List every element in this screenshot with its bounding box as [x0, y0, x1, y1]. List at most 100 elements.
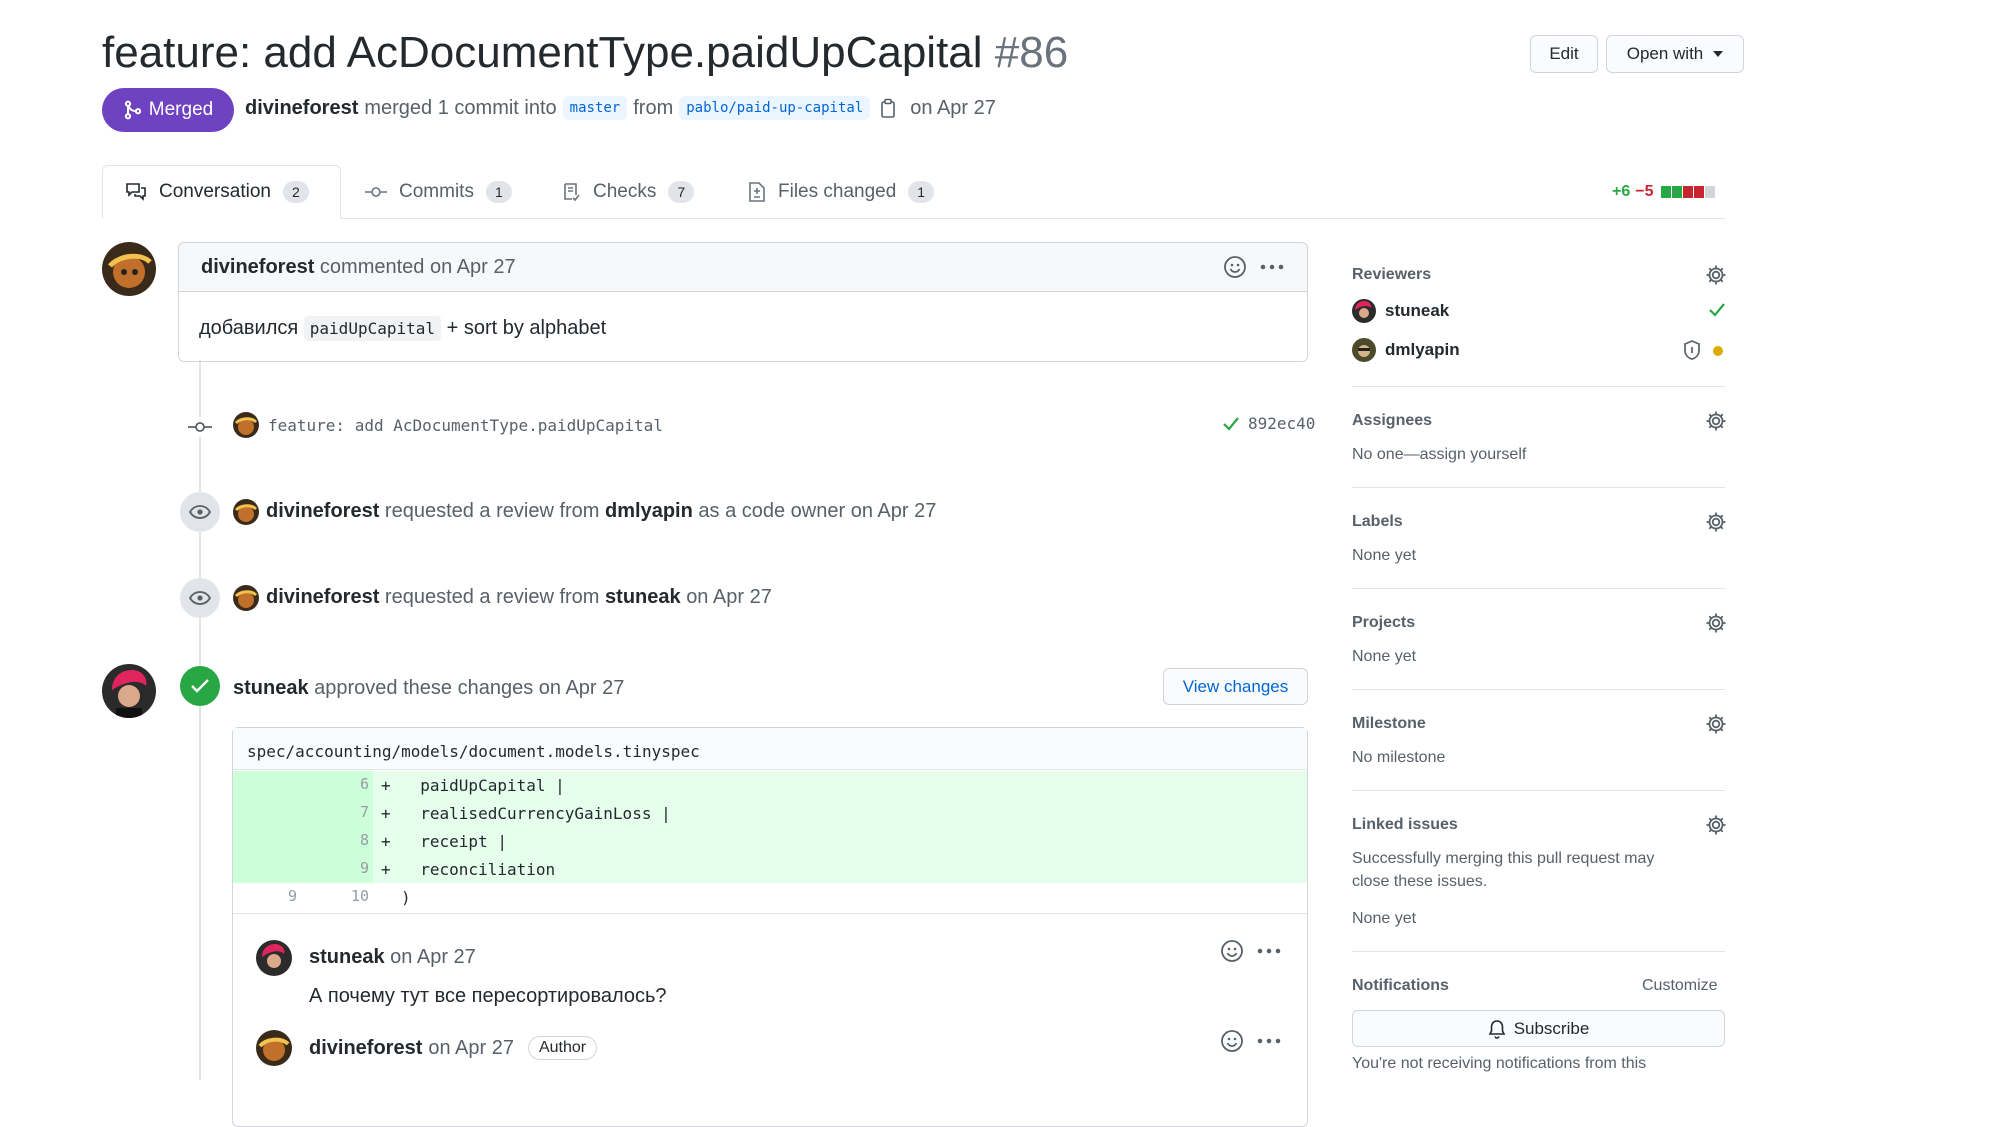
- head-branch[interactable]: pablo/paid-up-capital: [679, 96, 871, 120]
- reviewers-title[interactable]: Reviewers: [1352, 266, 1431, 284]
- edit-button[interactable]: Edit: [1530, 35, 1598, 73]
- reviewer-name[interactable]: dmlyapin: [1385, 340, 1460, 360]
- review-comment-meta: divineforest on Apr 27 Author: [309, 1036, 598, 1060]
- event-badge: [180, 578, 220, 618]
- notifications-title: Notifications: [1352, 977, 1449, 994]
- comment-date[interactable]: commented on Apr 27: [320, 256, 516, 278]
- assignees-value[interactable]: No one—assign yourself: [1352, 446, 1526, 464]
- diff-file-path[interactable]: spec/accounting/models/document.models.t…: [247, 742, 700, 761]
- diff-sign: +: [381, 832, 391, 851]
- tab-conversation[interactable]: Conversation 2: [102, 165, 341, 219]
- diffstat-block-added: [1660, 186, 1671, 198]
- avatar[interactable]: [233, 412, 259, 438]
- base-branch[interactable]: master: [562, 96, 628, 120]
- check-icon[interactable]: [1222, 416, 1240, 432]
- event-badge: [180, 492, 220, 532]
- gear-icon[interactable]: [1705, 713, 1727, 735]
- diff-old-line-number[interactable]: 9: [273, 887, 297, 905]
- smiley-icon[interactable]: [1220, 939, 1244, 963]
- pr-meta: divineforest merged 1 commit into master…: [245, 96, 996, 120]
- view-changes-button[interactable]: View changes: [1163, 668, 1308, 705]
- event-actor[interactable]: divineforest: [266, 500, 379, 522]
- assignees-title[interactable]: Assignees: [1352, 412, 1432, 430]
- copy-icon[interactable]: [880, 98, 896, 118]
- event-target[interactable]: stuneak: [605, 586, 681, 608]
- review-comment-author[interactable]: divineforest: [309, 1037, 422, 1060]
- approval-actor[interactable]: stuneak: [233, 677, 309, 699]
- customize-link[interactable]: Customize: [1642, 977, 1718, 995]
- gear-icon[interactable]: [1705, 612, 1727, 634]
- linked-issues-value: None yet: [1352, 910, 1417, 927]
- avatar[interactable]: [233, 499, 259, 525]
- avatar[interactable]: [102, 242, 156, 296]
- sidebar-divider: [1352, 588, 1725, 589]
- smiley-icon[interactable]: [1220, 1029, 1244, 1053]
- projects-title[interactable]: Projects: [1352, 614, 1415, 632]
- diff-code: reconciliation: [401, 860, 556, 879]
- tab-commits-label: Commits: [399, 181, 474, 202]
- commit-sha[interactable]: 892ec40: [1248, 414, 1315, 433]
- check-icon: [1708, 302, 1726, 318]
- diff-new-line-number[interactable]: 8: [345, 831, 369, 849]
- kebab-horizontal-icon[interactable]: [1260, 264, 1284, 270]
- avatar[interactable]: [1352, 299, 1376, 323]
- diffstat-block-added: [1671, 186, 1682, 198]
- diffstat-bar: [1660, 186, 1715, 198]
- avatar[interactable]: [233, 585, 259, 611]
- gear-icon[interactable]: [1705, 264, 1727, 286]
- pr-title-text: feature: add AcDocumentType.paidUpCapita…: [102, 28, 983, 77]
- kebab-horizontal-icon[interactable]: [1257, 1038, 1281, 1044]
- review-request-event: divineforest requested a review from dml…: [266, 500, 936, 523]
- event-actor[interactable]: divineforest: [266, 586, 379, 608]
- tab-commits[interactable]: Commits 1: [365, 165, 512, 219]
- review-comment-body: А почему тут все пересортировалось?: [309, 985, 667, 1007]
- event-target[interactable]: dmlyapin: [605, 500, 693, 522]
- git-commit-icon: [188, 417, 212, 437]
- kebab-horizontal-icon[interactable]: [1257, 948, 1281, 954]
- labels-title[interactable]: Labels: [1352, 513, 1403, 531]
- approved-badge: [180, 666, 220, 706]
- gear-icon[interactable]: [1705, 410, 1727, 432]
- comment-author[interactable]: divineforest: [201, 256, 314, 278]
- pr-author-link[interactable]: divineforest: [245, 97, 358, 120]
- diff-sign: +: [381, 860, 391, 879]
- projects-value: None yet: [1352, 648, 1417, 665]
- review-comment-author[interactable]: stuneak: [309, 946, 385, 968]
- subscribe-button[interactable]: Subscribe: [1352, 1010, 1725, 1047]
- edit-button-label: Edit: [1549, 44, 1579, 63]
- avatar[interactable]: [256, 940, 292, 976]
- reviewer-name[interactable]: stuneak: [1385, 301, 1449, 321]
- sidebar-divider: [1352, 951, 1725, 952]
- avatar[interactable]: [256, 1030, 292, 1066]
- tab-conversation-label: Conversation: [159, 181, 271, 202]
- review-comment-date[interactable]: on Apr 27: [428, 1037, 514, 1060]
- event-text: requested a review from: [384, 500, 600, 522]
- check-icon: [190, 678, 210, 694]
- eye-icon: [189, 591, 211, 605]
- diffstat: +6 −5: [1612, 183, 1715, 201]
- diff-divider: [233, 913, 1307, 914]
- gear-icon[interactable]: [1705, 511, 1727, 533]
- smiley-icon[interactable]: [1223, 255, 1247, 279]
- comment-body-suffix: + sort by alphabet: [446, 317, 607, 339]
- tab-checks-count: 7: [668, 181, 695, 203]
- open-with-button[interactable]: Open with: [1606, 35, 1744, 73]
- diffstat-block-deleted: [1682, 186, 1693, 198]
- notifications-footer: You're not receiving notifications from …: [1352, 1055, 1647, 1072]
- linked-issues-help: Successfully merging this pull request m…: [1352, 850, 1655, 867]
- avatar[interactable]: [1352, 338, 1376, 362]
- diff-new-line-number[interactable]: 10: [345, 887, 369, 905]
- milestone-title[interactable]: Milestone: [1352, 715, 1426, 733]
- review-comment-date[interactable]: on Apr 27: [390, 946, 476, 968]
- commit-message[interactable]: feature: add AcDocumentType.paidUpCapita…: [268, 416, 663, 435]
- gear-icon[interactable]: [1705, 814, 1727, 836]
- milestone-value: No milestone: [1352, 749, 1446, 766]
- diff-new-line-number[interactable]: 6: [345, 775, 369, 793]
- tab-files-changed[interactable]: Files changed 1: [748, 165, 935, 219]
- tab-checks[interactable]: Checks 7: [563, 165, 695, 219]
- linked-issues-title[interactable]: Linked issues: [1352, 816, 1458, 834]
- linked-issues-help-2: close these issues.: [1352, 873, 1488, 890]
- diff-new-line-number[interactable]: 7: [345, 803, 369, 821]
- avatar[interactable]: [102, 664, 156, 718]
- diff-new-line-number[interactable]: 9: [345, 859, 369, 877]
